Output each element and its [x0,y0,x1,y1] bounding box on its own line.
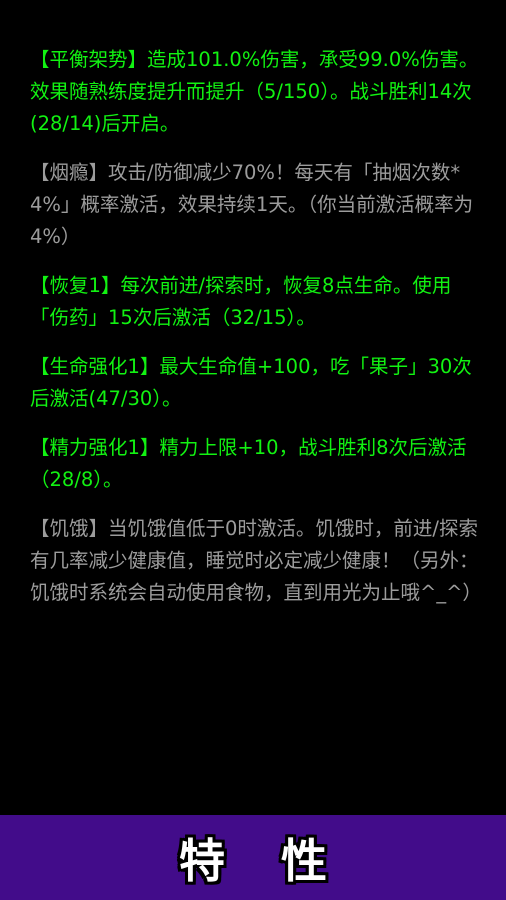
traits-tab-title[interactable]: 特 性 [179,825,327,891]
trait-title: 【饥饿】 [30,517,109,540]
tab-title-char: 性 [281,833,327,888]
trait-title: 【生命强化1】 [30,355,160,378]
trait-title: 【精力强化1】 [30,436,160,459]
trait-title: 【恢复1】 [30,274,121,297]
traits-panel: 【平衡架势】造成101.0%伤害，承受99.0%伤害。效果随熟练度提升而提升（5… [0,0,506,815]
trait-energy-boost-1: 【精力强化1】精力上限+10，战斗胜利8次后激活（28/8）。 [30,432,480,496]
bottom-tab-bar[interactable]: 特 性 [0,815,506,900]
trait-list: 【平衡架势】造成101.0%伤害，承受99.0%伤害。效果随熟练度提升而提升（5… [30,44,482,626]
tab-title-char: 特 [179,833,225,888]
trait-title: 【平衡架势】 [30,48,148,71]
trait-title: 【烟瘾】 [30,161,109,184]
trait-smoking-addiction: 【烟瘾】攻击/防御减少70%！每天有「抽烟次数*4%」概率激活，效果持续1天。（… [30,157,480,253]
trait-recovery-1: 【恢复1】每次前进/探索时，恢复8点生命。使用「伤药」15次后激活（32/15）… [30,270,480,334]
trait-life-boost-1: 【生命强化1】最大生命值+100，吃「果子」30次后激活(47/30）。 [30,351,480,415]
trait-balance-stance: 【平衡架势】造成101.0%伤害，承受99.0%伤害。效果随熟练度提升而提升（5… [30,44,480,140]
trait-hunger: 【饥饿】当饥饿值低于0时激活。饥饿时，前进/探索有几率减少健康值，睡觉时必定减少… [30,513,482,609]
